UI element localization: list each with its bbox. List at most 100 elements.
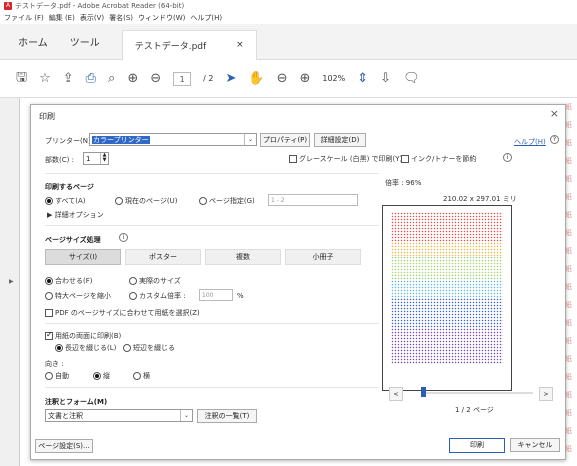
paper-size-label: 210.02 x 297.01 ミリ [443,195,517,203]
orient-landscape-radio[interactable] [133,372,141,380]
menu-file[interactable]: ファイル (F) [4,13,44,23]
pages-section-title: 印刷するページ [45,183,94,191]
fit-page-icon[interactable]: ⇕ [357,71,368,86]
comments-list-button[interactable]: 注釈の一覧(T) [197,409,257,423]
pages-current-radio[interactable] [115,197,123,205]
preview-next-button[interactable]: > [539,387,553,401]
grayscale-checkbox[interactable] [289,155,297,163]
page-number-input[interactable]: 1 [173,71,192,86]
advanced-button[interactable]: 詳細設定(D) [314,133,366,147]
save-ink-checkbox[interactable] [401,155,409,163]
spinner-arrows-icon[interactable]: ▲ ▼ [100,153,108,164]
sidebar-expand-icon[interactable]: ▶ [9,278,14,285]
grayscale-option[interactable]: グレースケール (白黒) で印刷(Y) [289,154,402,164]
orient-portrait-option[interactable]: 縦 [93,371,110,381]
menu-sign[interactable]: 署名(S) [109,13,133,23]
chevron-down-icon: ⌄ [244,134,256,145]
properties-button[interactable]: プロパティ(P) [260,133,310,147]
duplex-checkbox[interactable] [45,330,53,340]
shrink-label: 特大ページを縮小 [55,292,111,300]
orient-auto-option[interactable]: 自動 [45,371,69,381]
printer-select[interactable]: カラープリンター ⌄ [89,133,257,146]
actual-size-option[interactable]: 実際のサイズ [129,276,181,286]
pages-range-radio[interactable] [199,197,207,205]
tab-home[interactable]: ホーム [18,34,48,49]
tab-document[interactable]: テストデータ.pdf × [121,29,257,60]
flip-short-radio[interactable] [123,344,131,352]
pages-current-option[interactable]: 現在のページ(U) [115,196,177,206]
flip-short-option[interactable]: 短辺を綴じる [123,343,175,353]
paper-by-pdf-checkbox[interactable] [45,309,53,317]
menu-edit[interactable]: 編集 (E) [49,13,75,23]
zoom-search-icon[interactable]: ⌕ [108,71,115,86]
page-setup-button[interactable]: ページ設定(S)... [35,439,93,453]
orient-auto-radio[interactable] [45,372,53,380]
copies-label: 部数(C) : [45,156,74,164]
custom-scale-radio[interactable] [129,292,137,300]
orient-landscape-option[interactable]: 横 [133,371,150,381]
shrink-option[interactable]: 特大ページを縮小 [45,291,111,301]
page-up-icon[interactable]: ⊕ [127,71,138,86]
flip-long-option[interactable]: 長辺を綴じる(L) [55,343,116,353]
pages-range-label: ページ指定(G) [209,197,255,205]
custom-scale-option[interactable]: カスタム倍率 : [129,291,186,301]
paper-by-pdf-option[interactable]: PDF のページサイズに合わせて用紙を選択(Z) [45,308,200,318]
tab-close-icon[interactable]: × [236,40,244,50]
pages-range-option[interactable]: ページ指定(G) [199,196,255,206]
select-cursor-icon[interactable]: ➤ [225,71,236,86]
tab-tools[interactable]: ツール [70,34,100,49]
pages-all-radio[interactable] [45,197,53,205]
cancel-button[interactable]: キャンセル [510,438,560,452]
multiple-tab-button[interactable]: 複数 [205,249,281,265]
comments-section-divider [45,387,379,388]
upload-cloud-icon[interactable]: ⇪ [63,71,74,86]
fit-option[interactable]: 合わせる(F) [45,276,93,286]
actual-size-radio[interactable] [129,277,137,285]
custom-scale-label: カスタム倍率 : [139,292,186,300]
fit-radio[interactable] [45,277,53,285]
scroll-mode-icon[interactable]: ⇩ [380,71,391,86]
close-icon[interactable]: × [550,107,559,120]
size-info-icon[interactable]: i [119,233,128,242]
print-button[interactable]: 印刷 [449,438,505,453]
preview-orange-rows [391,242,503,256]
page-total: / 2 [203,74,214,83]
pages-range-input[interactable]: 1 - 2 [268,194,358,206]
shrink-radio[interactable] [45,292,53,300]
help-link[interactable]: ヘルプ(H) [514,137,546,147]
paper-by-pdf-label: PDF のページサイズに合わせて用紙を選択(Z) [55,309,200,317]
page-down-icon[interactable]: ⊖ [150,71,161,86]
orient-portrait-radio[interactable] [93,372,101,380]
menu-view[interactable]: 表示(V) [80,13,104,23]
copies-value: 1 [86,155,91,163]
booklet-tab-button[interactable]: 小冊子 [285,249,361,265]
help-icon[interactable]: ? [550,135,559,144]
star-icon[interactable]: ☆ [39,71,51,86]
preview-slider-track[interactable] [421,392,533,394]
zoom-level-select[interactable]: 102% [322,74,345,83]
poster-tab-button[interactable]: ポスター [125,249,201,265]
menu-help[interactable]: ヘルプ(H) [190,13,222,23]
duplex-option[interactable]: 用紙の両面に印刷(B) [45,330,121,341]
info-icon[interactable]: i [503,153,512,162]
custom-scale-input[interactable]: 100 [199,289,233,301]
preview-prev-button[interactable]: < [389,387,403,401]
zoom-out-icon[interactable]: ⊖ [277,71,288,86]
comments-select[interactable]: 文書と注釈 ⌄ [45,409,193,422]
copies-input[interactable]: 1 ▲ ▼ [83,152,109,165]
hand-tool-icon[interactable]: ✋ [248,71,264,86]
more-options-toggle[interactable]: ▶ 詳細オプション [47,210,104,220]
dialog-title: 印刷 [39,112,55,121]
print-icon[interactable]: ⎙ [86,71,96,86]
comment-icon[interactable]: 🗨 [403,71,420,86]
pages-all-option[interactable]: すべて(A) [45,196,85,206]
save-icon[interactable]: 🖫 [16,68,27,90]
printer-label: プリンター(N) : [45,137,96,145]
zoom-in-icon[interactable]: ⊕ [299,71,310,86]
comments-section-title: 注釈とフォーム(M) [45,398,108,406]
preview-slider-thumb[interactable] [421,387,426,397]
flip-long-radio[interactable] [55,344,63,352]
menu-window[interactable]: ウィンドウ(W) [138,13,185,23]
size-tab-button[interactable]: サイズ(I) [45,249,121,265]
save-ink-option[interactable]: インク/トナーを節約 [401,154,476,164]
